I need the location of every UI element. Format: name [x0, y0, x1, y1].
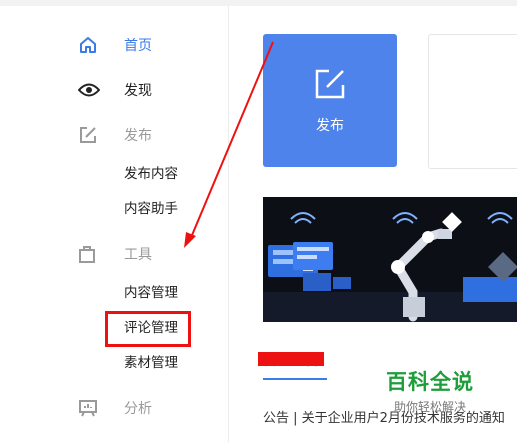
sidebar-item-tools[interactable]: 工具: [78, 242, 152, 266]
sidebar: [0, 6, 229, 442]
redaction-mark: [258, 352, 324, 366]
home-icon: [78, 33, 104, 57]
eye-icon: [78, 78, 104, 102]
tab-underline: [263, 378, 327, 380]
sidebar-item-label: 发现: [124, 83, 152, 99]
sidebar-subitem-publish-content[interactable]: 发布内容: [124, 164, 178, 184]
sidebar-item-analytics[interactable]: 分析: [78, 396, 152, 420]
sidebar-item-home[interactable]: 首页: [78, 33, 152, 57]
watermark: 百科全说 助你轻松解决: [380, 366, 480, 415]
sidebar-item-label: 工具: [124, 247, 152, 263]
promo-banner[interactable]: [263, 197, 517, 322]
edit-icon: [313, 67, 347, 105]
edit-icon: [78, 123, 104, 147]
sidebar-subitem-content-assistant[interactable]: 内容助手: [124, 199, 178, 219]
sidebar-item-label: 首页: [124, 38, 152, 54]
sidebar-subitem-content-management[interactable]: 内容管理: [124, 283, 178, 303]
sidebar-item-label: 分析: [124, 401, 152, 417]
bag-icon: [78, 242, 104, 266]
sidebar-item-label: 发布: [124, 128, 152, 144]
publish-card[interactable]: 发布: [263, 34, 397, 167]
sidebar-item-discover[interactable]: 发现: [78, 78, 152, 102]
sidebar-subitem-material-management[interactable]: 素材管理: [124, 353, 178, 373]
comment-management-highlight: [105, 311, 191, 347]
chart-icon: [78, 396, 104, 420]
watermark-subtitle: 助你轻松解决: [393, 400, 466, 414]
watermark-title: 百科全说: [386, 370, 474, 394]
robot-arm-illustration: [263, 197, 517, 322]
sidebar-item-publish[interactable]: 发布: [78, 123, 152, 147]
publish-card-label: 发布: [316, 117, 344, 134]
secondary-card[interactable]: [428, 34, 517, 169]
